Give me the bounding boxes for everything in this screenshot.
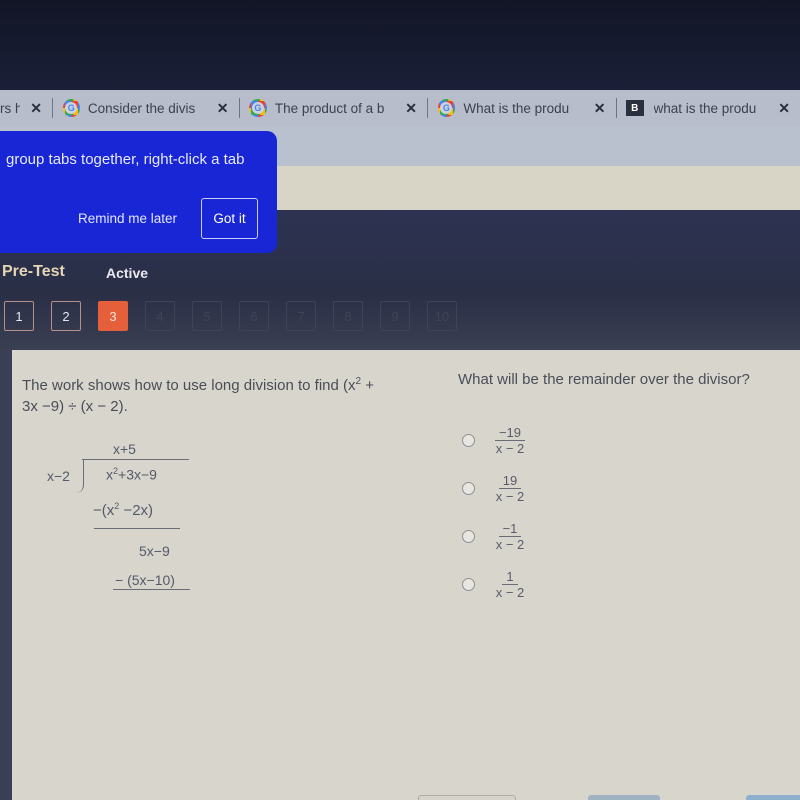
question-navigator: 1 2 3 4 5 6 7 8 9 10 [4,301,457,331]
tab-strip: rs h ✕ G Consider the divis ✕ G The prod… [0,90,800,126]
fraction: −19 x − 2 [494,424,526,456]
close-icon[interactable]: ✕ [405,100,417,117]
fraction: 1 x − 2 [495,568,525,600]
step-line-2 [113,589,190,590]
tab-3[interactable]: G The product of a b ✕ [239,90,427,126]
answer-option-4[interactable]: 1 x − 2 [462,560,531,608]
tab-title: what is the produ [653,100,757,116]
footer-button-2[interactable] [588,795,660,800]
answer-prompt: What will be the remainder over the divi… [458,371,750,388]
subtract-step-1: −(x2 −2x) [93,501,154,519]
question-button-3[interactable]: 3 [98,301,128,331]
google-icon: G [249,99,267,117]
popup-message: group tabs together, right-click a tab [6,151,245,168]
question-button-6: 6 [239,301,269,331]
fraction: −1 x − 2 [495,520,525,552]
answer-option-3[interactable]: −1 x − 2 [462,512,531,560]
step-line-1 [94,528,180,529]
question-button-7: 7 [286,301,316,331]
radio-button[interactable] [462,481,475,495]
dividend: x2+3x−9 [106,466,157,483]
question-button-8: 8 [333,301,363,331]
question-button-1[interactable]: 1 [4,301,34,331]
question-button-9: 9 [380,301,410,331]
tab-title: The product of a b [274,100,385,116]
answer-options: −19 x − 2 19 x − 2 −1 x − 2 1 x − 2 [462,416,531,608]
answer-option-2[interactable]: 19 x − 2 [462,464,531,512]
page-title: Pre-Test [2,263,65,280]
close-icon[interactable]: ✕ [30,100,42,117]
answer-option-1[interactable]: −19 x − 2 [462,416,531,464]
question-text: The work shows how to use long division … [22,376,374,415]
radio-button[interactable] [462,433,475,447]
question-button-5: 5 [192,301,222,331]
radio-button[interactable] [462,577,475,591]
divisor: x−2 [47,468,70,484]
close-icon[interactable]: ✕ [217,100,229,117]
close-icon[interactable]: ✕ [594,100,606,117]
tab-1[interactable]: rs h ✕ [0,90,52,126]
remind-me-later-button[interactable]: Remind me later [78,211,177,226]
quotient: x+5 [113,441,136,457]
tab-2[interactable]: G Consider the divis ✕ [53,90,239,126]
vinculum [82,459,189,460]
google-icon: G [62,99,80,117]
google-icon: G [437,99,456,117]
got-it-button[interactable]: Got it [201,198,258,239]
left-edge [0,350,12,800]
footer-button-3[interactable] [746,795,800,800]
question-button-10: 10 [427,301,457,331]
tab-title: Consider the divis [87,100,196,116]
radio-button[interactable] [462,529,475,543]
status-label: Active [106,265,149,281]
division-bracket [76,459,84,493]
tab-5[interactable]: B what is the produ ✕ [616,90,800,126]
tab-4[interactable]: G What is the produ ✕ [428,90,616,126]
fraction: 19 x − 2 [495,472,525,504]
difference-1: 5x−9 [139,543,170,559]
brainly-icon: B [626,100,644,116]
footer-button-1[interactable] [418,795,516,800]
question-button-2[interactable]: 2 [51,301,81,331]
screen-bezel [0,0,800,92]
tab-groups-tip-popup: group tabs together, right-click a tab R… [0,131,277,253]
subtract-step-2: − (5x−10) [115,572,175,588]
tab-title: What is the produ [463,100,570,116]
close-icon[interactable]: ✕ [778,100,790,117]
tab-title: rs h [0,100,21,116]
question-button-4: 4 [145,301,175,331]
